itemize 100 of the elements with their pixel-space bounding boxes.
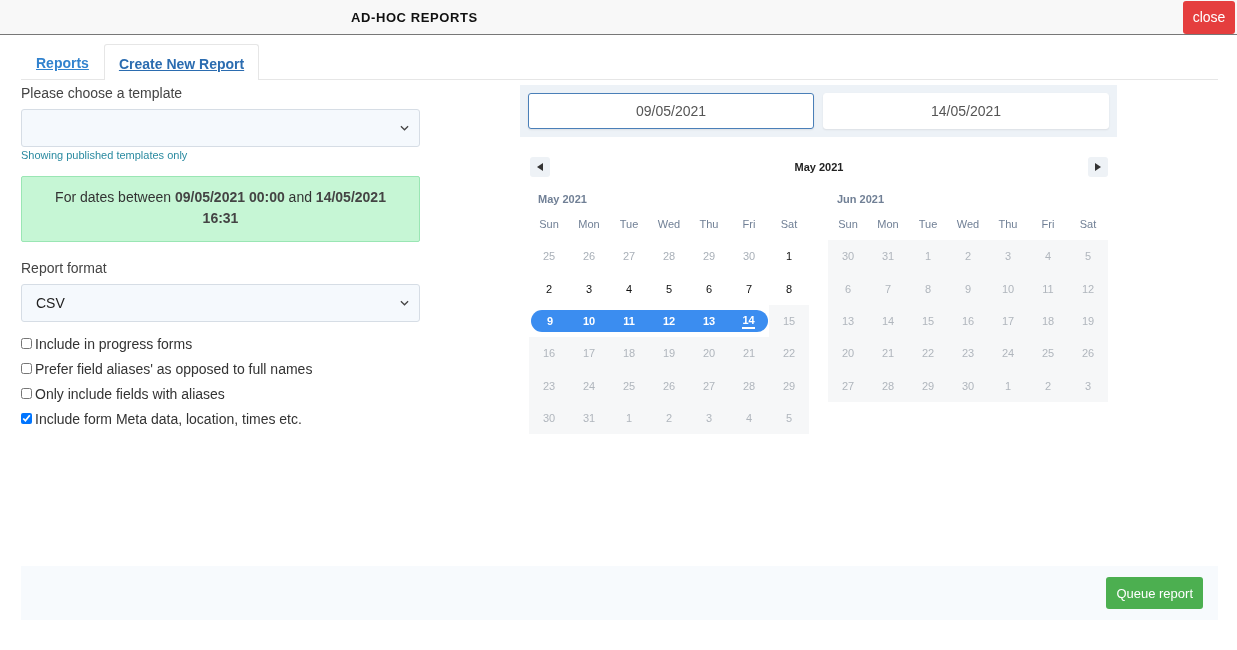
day-cell[interactable]: 10 [569, 309, 609, 333]
day-cell[interactable]: 6 [689, 272, 729, 305]
day-cell[interactable]: 17 [988, 304, 1028, 338]
day-cell[interactable]: 9 [531, 309, 569, 333]
day-cell[interactable]: 12 [649, 309, 689, 333]
day-cell[interactable]: 3 [988, 240, 1028, 273]
date-input[interactable]: 09/05/2021 [528, 93, 814, 129]
format-select[interactable]: CSV [21, 284, 420, 322]
day-cell[interactable]: 28 [649, 240, 689, 273]
day-cell[interactable]: 3 [689, 401, 729, 435]
day-cell[interactable]: 26 [1068, 337, 1108, 370]
day-cell[interactable]: 8 [908, 272, 948, 305]
day-cell[interactable]: 24 [569, 369, 609, 402]
close-button[interactable]: close [1183, 0, 1235, 34]
day-cell[interactable]: 18 [609, 337, 649, 370]
day-cell[interactable]: 25 [609, 369, 649, 402]
queue-report-button[interactable]: Queue report [1106, 577, 1203, 610]
day-cell[interactable]: 17 [569, 337, 609, 370]
checkbox-label: Prefer field aliases' as opposed to full names [35, 360, 313, 377]
day-cell[interactable]: 16 [948, 304, 988, 338]
day-cell[interactable]: 14 [868, 304, 908, 338]
day-cell[interactable]: 6 [828, 272, 868, 305]
next-month-button[interactable] [1088, 157, 1108, 177]
day-cell[interactable]: 28 [729, 369, 769, 402]
day-cell[interactable]: 20 [828, 337, 868, 370]
day-cell[interactable]: 12 [1068, 272, 1108, 305]
day-cell[interactable]: 29 [689, 240, 729, 273]
checkbox[interactable] [21, 338, 32, 349]
day-cell[interactable]: 11 [609, 309, 649, 333]
weekday-label: Sat [1078, 217, 1098, 233]
day-cell[interactable]: 24 [988, 337, 1028, 370]
previous-month-button[interactable] [530, 157, 550, 177]
checkbox[interactable] [21, 363, 32, 374]
day-cell[interactable]: 2 [529, 272, 569, 305]
day-cell[interactable]: 8 [769, 272, 809, 305]
day-cell[interactable]: 22 [908, 337, 948, 370]
day-cell[interactable]: 4 [1028, 240, 1068, 273]
day-cell[interactable]: 28 [868, 369, 908, 402]
day-cell[interactable]: 25 [529, 240, 569, 273]
day-cell[interactable]: 2 [1028, 369, 1068, 402]
day-cell[interactable]: 20 [689, 337, 729, 370]
day-cell[interactable]: 30 [529, 401, 569, 435]
day-cell[interactable]: 5 [769, 401, 809, 435]
day-cell[interactable]: 18 [1028, 304, 1068, 338]
weekday-label: Wed [656, 217, 682, 233]
field-label: Please choose a template [21, 85, 184, 101]
day-cell[interactable]: 25 [1028, 337, 1068, 370]
day-cell[interactable]: 2 [948, 240, 988, 273]
day-cell[interactable]: 9 [948, 272, 988, 305]
day-cell[interactable]: 11 [1028, 272, 1068, 305]
day-cell[interactable]: 15 [908, 304, 948, 338]
day-cell[interactable]: 21 [868, 337, 908, 370]
window-title: AD-HOC REPORTS [351, 9, 478, 25]
day-cell[interactable]: 31 [868, 240, 908, 273]
day-cell[interactable]: 2 [649, 401, 689, 435]
day-cell[interactable]: 1 [988, 369, 1028, 402]
weekday-label: Tue [618, 217, 640, 233]
day-cell[interactable]: 3 [569, 272, 609, 305]
day-cell[interactable]: 30 [948, 369, 988, 402]
day-cell[interactable]: 7 [729, 272, 769, 305]
day-cell[interactable]: 26 [569, 240, 609, 273]
day-cell[interactable]: 1 [609, 401, 649, 435]
day-cell[interactable]: 14 [729, 309, 768, 333]
weekday-label: Thu [997, 217, 1019, 233]
weekday-label: Sat [779, 217, 799, 233]
day-cell[interactable]: 16 [529, 337, 569, 370]
day-cell[interactable]: 21 [729, 337, 769, 370]
day-cell[interactable]: 3 [1068, 369, 1108, 402]
day-cell[interactable]: 15 [769, 304, 809, 338]
day-cell[interactable]: 27 [828, 369, 868, 402]
day-cell[interactable]: 23 [948, 337, 988, 370]
weekday-label: Tue [917, 217, 939, 233]
day-cell[interactable]: 4 [609, 272, 649, 305]
day-cell[interactable]: 31 [569, 401, 609, 435]
day-cell[interactable]: 7 [868, 272, 908, 305]
day-cell[interactable]: 30 [729, 240, 769, 273]
day-cell[interactable]: 29 [769, 369, 809, 402]
day-cell[interactable]: 5 [649, 272, 689, 305]
day-cell[interactable]: 22 [769, 337, 809, 370]
day-cell[interactable]: 29 [908, 369, 948, 402]
date-input[interactable]: 14/05/2021 [823, 93, 1109, 129]
day-cell[interactable]: 27 [689, 369, 729, 402]
tab[interactable]: Reports [21, 44, 104, 80]
weekday-label: Mon [876, 217, 900, 233]
day-cell[interactable]: 13 [689, 309, 729, 333]
day-cell[interactable]: 13 [828, 304, 868, 338]
day-cell[interactable]: 5 [1068, 240, 1108, 273]
day-cell[interactable]: 1 [908, 240, 948, 273]
checkbox[interactable] [21, 388, 32, 399]
day-cell[interactable]: 1 [769, 240, 809, 273]
day-cell[interactable]: 10 [988, 272, 1028, 305]
day-cell[interactable]: 30 [828, 240, 868, 273]
checkbox[interactable] [21, 413, 32, 424]
day-cell[interactable]: 23 [529, 369, 569, 402]
day-cell[interactable]: 19 [1068, 304, 1108, 338]
day-cell[interactable]: 19 [649, 337, 689, 370]
day-cell[interactable]: 26 [649, 369, 689, 402]
day-cell[interactable]: 27 [609, 240, 649, 273]
day-cell[interactable]: 4 [729, 401, 769, 435]
tab[interactable]: Create New Report [103, 44, 260, 80]
